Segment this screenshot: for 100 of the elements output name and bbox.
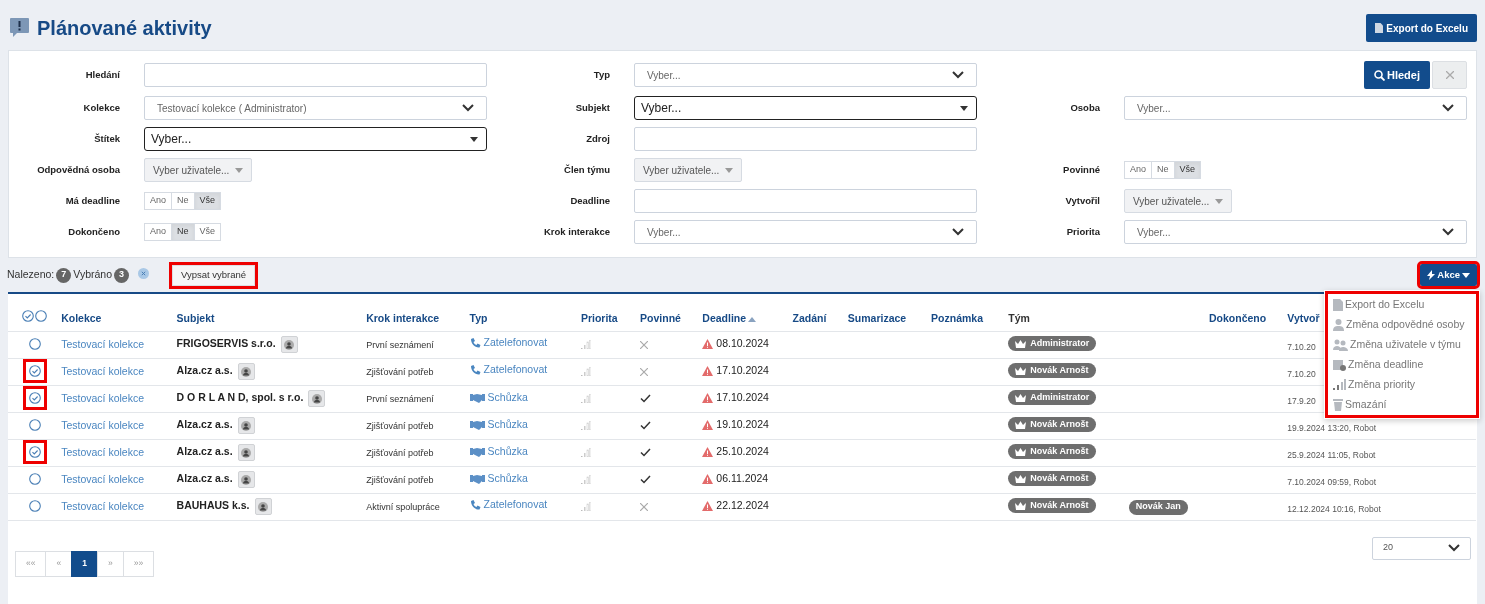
team-badge: Novák Arnošt xyxy=(1008,444,1096,460)
caret-down-icon xyxy=(725,167,734,173)
column-header[interactable]: Krok interakce xyxy=(366,311,440,327)
avatar-button[interactable] xyxy=(237,444,255,461)
menu-item[interactable]: Změna odpovědné osoby xyxy=(1333,316,1471,333)
deadline-date: 22.12.2024 xyxy=(716,497,769,513)
list-selected-button[interactable]: Vypsat vybrané xyxy=(172,264,256,286)
user-dropdown[interactable]: Vyber uživatele... xyxy=(634,158,743,182)
toggle-option[interactable]: Ne xyxy=(171,192,195,210)
collection-link[interactable]: Testovací kolekce xyxy=(61,499,145,512)
warning-icon xyxy=(702,392,714,403)
column-header[interactable]: Kolekce xyxy=(61,311,102,327)
person-icon xyxy=(284,339,295,350)
avatar-button[interactable] xyxy=(237,471,255,488)
select-field[interactable]: Vyber... xyxy=(634,63,977,87)
signal-bars-icon xyxy=(580,448,591,457)
collection-link[interactable]: Testovací kolekce xyxy=(61,391,145,404)
document-icon xyxy=(1375,23,1384,33)
type-link[interactable]: Schůzka xyxy=(469,443,528,460)
column-header[interactable]: Poznámka xyxy=(931,311,983,327)
row-checkbox[interactable] xyxy=(28,391,41,404)
toggle-option[interactable]: Ne xyxy=(171,223,195,241)
text-input[interactable] xyxy=(144,63,487,87)
menu-item[interactable]: Změna priority xyxy=(1333,376,1471,393)
search-button[interactable]: Hledej xyxy=(1364,61,1430,89)
toggle-option[interactable]: Vše xyxy=(1173,161,1202,179)
avatar-button[interactable] xyxy=(308,390,326,407)
column-header[interactable]: Priorita xyxy=(580,311,618,327)
filter-label: Subjekt xyxy=(575,100,610,115)
select-all-icon[interactable] xyxy=(22,310,35,323)
deselect-all-icon[interactable] xyxy=(35,310,48,323)
type-link[interactable]: Zatelefonovat xyxy=(469,362,548,379)
deadline-date: 06.11.2024 xyxy=(716,470,769,486)
actions-button[interactable]: Akce xyxy=(1420,264,1477,286)
subject-name: Alza.cz a.s. xyxy=(176,418,233,431)
handshake-icon xyxy=(469,446,485,457)
close-icon xyxy=(1445,71,1454,79)
row-checkbox[interactable] xyxy=(28,337,41,350)
crown-icon xyxy=(1015,474,1027,483)
select-field[interactable]: Vyber... xyxy=(634,96,977,120)
avatar-button[interactable] xyxy=(237,417,255,434)
column-header[interactable]: Dokončeno xyxy=(1209,311,1267,327)
avatar-button[interactable] xyxy=(237,363,255,380)
select-field[interactable]: Vyber... xyxy=(144,127,487,151)
collection-link[interactable]: Testovací kolekce xyxy=(61,337,145,350)
people-icon xyxy=(1333,338,1348,351)
column-header[interactable]: Deadline xyxy=(702,311,757,327)
pagination-button[interactable]: 1 xyxy=(71,550,98,577)
column-header[interactable]: Tým xyxy=(1008,311,1030,327)
collection-link[interactable]: Testovací kolekce xyxy=(61,418,145,431)
toggle-option[interactable]: Vše xyxy=(193,192,222,210)
export-button[interactable]: Export do Excelu xyxy=(1366,14,1477,42)
column-header[interactable]: Sumarizace xyxy=(847,311,907,327)
toggle-option[interactable]: Ano xyxy=(1124,161,1152,179)
toggle-option[interactable]: Vše xyxy=(193,223,222,241)
avatar-button[interactable] xyxy=(280,336,298,353)
collection-link[interactable]: Testovací kolekce xyxy=(61,364,145,377)
column-header[interactable]: Povinné xyxy=(640,311,681,327)
column-header[interactable]: Vytvoř xyxy=(1287,311,1320,327)
person-icon xyxy=(241,474,252,485)
column-header[interactable]: Typ xyxy=(469,311,488,327)
subject-name: Alza.cz a.s. xyxy=(176,445,233,458)
user-dropdown[interactable]: Vyber uživatele... xyxy=(1124,189,1233,213)
step-text: Zjišťování potřeb xyxy=(366,474,434,485)
warning-icon xyxy=(702,338,714,349)
caret-down-icon xyxy=(235,167,244,173)
toggle-option[interactable]: Ano xyxy=(144,192,172,210)
row-checkbox[interactable] xyxy=(28,364,41,377)
row-checkbox[interactable] xyxy=(28,418,41,431)
row-checkbox[interactable] xyxy=(28,472,41,485)
type-link[interactable]: Zatelefonovat xyxy=(469,335,548,352)
menu-item[interactable]: Změna deadline xyxy=(1333,356,1471,373)
column-header[interactable]: Zadání xyxy=(792,311,827,327)
user-dropdown[interactable]: Vyber uživatele... xyxy=(144,158,253,182)
type-link[interactable]: Zatelefonovat xyxy=(469,497,548,514)
page-size-select[interactable]: 20 xyxy=(1372,536,1471,560)
filter-label: Člen týmu xyxy=(564,162,610,177)
column-header[interactable]: Subjekt xyxy=(176,311,215,327)
select-field[interactable]: Testovací kolekce ( Administrator) xyxy=(144,96,487,120)
collection-link[interactable]: Testovací kolekce xyxy=(61,472,145,485)
clear-selection-icon[interactable] xyxy=(138,267,149,279)
menu-item[interactable]: Smazání xyxy=(1333,396,1471,413)
select-field[interactable]: Vyber... xyxy=(634,220,977,244)
type-link[interactable]: Schůzka xyxy=(469,416,528,433)
text-input[interactable] xyxy=(634,127,977,151)
caret-down-icon xyxy=(960,105,968,111)
subject-name: FRIGOSERVIS s.r.o. xyxy=(176,337,276,350)
collection-link[interactable]: Testovací kolekce xyxy=(61,445,145,458)
menu-item[interactable]: Export do Excelu xyxy=(1333,296,1471,313)
menu-item[interactable]: Změna uživatele v týmu xyxy=(1333,336,1471,353)
type-link[interactable]: Schůzka xyxy=(469,470,528,487)
row-checkbox[interactable] xyxy=(28,499,41,512)
type-link[interactable]: Schůzka xyxy=(469,389,528,406)
toggle-option[interactable]: Ne xyxy=(1151,161,1175,179)
select-field[interactable]: Vyber... xyxy=(1124,220,1467,244)
row-checkbox[interactable] xyxy=(28,445,41,458)
avatar-button[interactable] xyxy=(254,498,272,515)
toggle-option[interactable]: Ano xyxy=(144,223,172,241)
select-field[interactable]: Vyber... xyxy=(1124,96,1467,120)
text-input[interactable] xyxy=(634,189,977,213)
